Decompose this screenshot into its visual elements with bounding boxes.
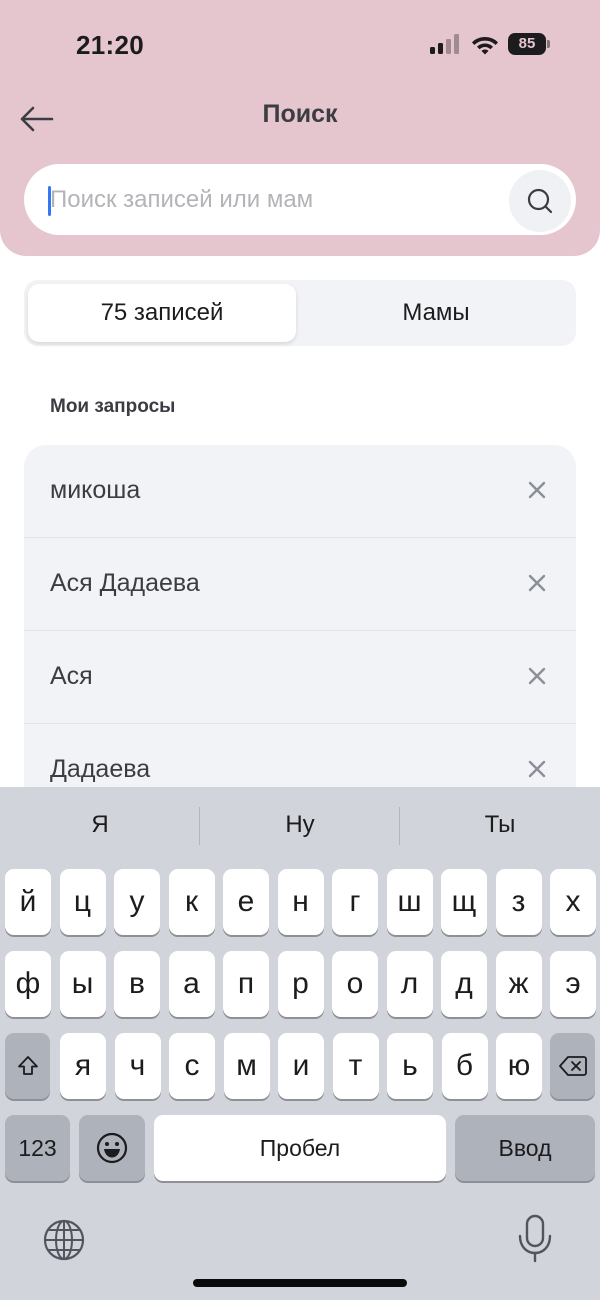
key-и[interactable]: и [278, 1033, 324, 1099]
key-у[interactable]: у [114, 869, 160, 935]
recent-queries-list: микоша Ася Дадаева Ася Дадаева [24, 445, 576, 845]
search-box[interactable] [24, 164, 576, 235]
key-х[interactable]: х [550, 869, 596, 935]
emoji-icon [96, 1132, 128, 1164]
key-ю[interactable]: ю [496, 1033, 542, 1099]
tab-switcher: 75 записей Мамы [24, 280, 576, 346]
key-г[interactable]: г [332, 869, 378, 935]
key-б[interactable]: б [441, 1033, 488, 1099]
key-щ[interactable]: щ [441, 869, 487, 935]
search-icon [527, 188, 553, 214]
microphone-icon[interactable] [514, 1214, 556, 1264]
key-э[interactable]: э [550, 951, 596, 1017]
query-label: Дадаева [50, 755, 151, 783]
status-bar: 21:20 85 [0, 0, 600, 90]
battery-icon: 85 [508, 33, 550, 55]
key-п[interactable]: п [223, 951, 269, 1017]
key-д[interactable]: д [441, 951, 487, 1017]
status-time: 21:20 [76, 30, 144, 60]
key-к[interactable]: к [168, 869, 215, 935]
space-key[interactable]: Пробел [154, 1115, 446, 1181]
query-label: микоша [50, 476, 141, 504]
close-icon[interactable] [522, 475, 552, 505]
key-ж[interactable]: ж [495, 951, 542, 1017]
suggestion-item[interactable]: Ты [400, 811, 600, 839]
backspace-key[interactable] [550, 1033, 595, 1099]
key-т[interactable]: т [332, 1033, 379, 1099]
search-button[interactable] [509, 170, 571, 232]
backspace-icon [558, 1056, 587, 1076]
suggestion-item[interactable]: Я [0, 811, 200, 839]
key-м[interactable]: м [223, 1033, 270, 1099]
key-л[interactable]: л [386, 951, 433, 1017]
home-indicator [193, 1279, 407, 1287]
key-ь[interactable]: ь [387, 1033, 433, 1099]
tab-records[interactable]: 75 записей [28, 284, 296, 342]
numbers-key[interactable]: 123 [5, 1115, 70, 1181]
suggestion-item[interactable]: Ну [200, 811, 400, 839]
key-е[interactable]: е [223, 869, 269, 935]
query-label: Ася [50, 662, 93, 690]
cellular-signal-icon [430, 34, 459, 54]
key-ы[interactable]: ы [59, 951, 106, 1017]
shift-icon [17, 1056, 38, 1075]
recent-queries-title: Мои запросы [50, 396, 176, 417]
search-input[interactable] [50, 180, 500, 220]
key-з[interactable]: з [495, 869, 542, 935]
list-item[interactable]: Ася Дадаева [24, 538, 576, 631]
key-в[interactable]: в [114, 951, 160, 1017]
enter-key[interactable]: Ввод [455, 1115, 595, 1181]
close-icon[interactable] [522, 754, 552, 784]
key-ф[interactable]: ф [5, 951, 51, 1017]
tab-moms[interactable]: Мамы [300, 284, 572, 342]
battery-level: 85 [508, 33, 546, 55]
key-я[interactable]: я [60, 1033, 106, 1099]
emoji-key[interactable] [79, 1115, 145, 1181]
list-item[interactable]: Ася [24, 631, 576, 724]
suggestion-bar: Я Ну Ты [0, 787, 600, 867]
key-р[interactable]: р [277, 951, 324, 1017]
close-icon[interactable] [522, 661, 552, 691]
text-caret [48, 186, 51, 216]
key-о[interactable]: о [332, 951, 378, 1017]
key-н[interactable]: н [277, 869, 324, 935]
key-с[interactable]: с [169, 1033, 215, 1099]
key-й[interactable]: й [5, 869, 51, 935]
list-item[interactable]: микоша [24, 445, 576, 538]
key-а[interactable]: а [168, 951, 215, 1017]
page-title: Поиск [262, 100, 338, 128]
shift-key[interactable] [5, 1033, 50, 1099]
wifi-icon [472, 37, 498, 55]
key-ч[interactable]: ч [114, 1033, 161, 1099]
globe-icon[interactable] [42, 1218, 86, 1262]
key-ш[interactable]: ш [386, 869, 433, 935]
close-icon[interactable] [522, 568, 552, 598]
query-label: Ася Дадаева [50, 569, 200, 597]
key-ц[interactable]: ц [59, 869, 106, 935]
